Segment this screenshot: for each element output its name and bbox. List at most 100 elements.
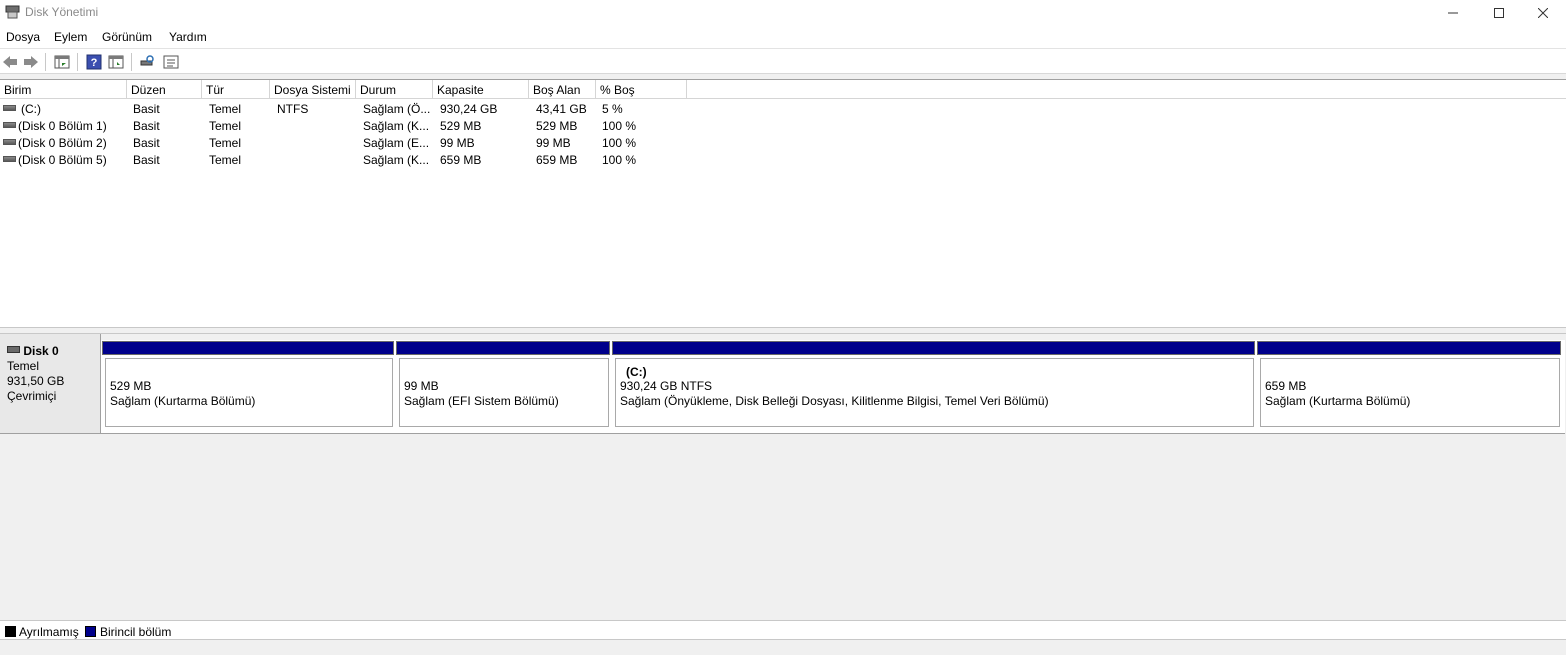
volume-row[interactable]: (Disk 0 Bölüm 2) Basit Temel Sağlam (E..… [0,134,1566,151]
disk-name: Disk 0 [23,344,59,358]
show-hide-pane-icon[interactable] [108,54,124,70]
column-header-kapasite[interactable]: Kapasite [433,80,529,99]
partition-block[interactable]: 529 MB Sağlam (Kurtarma Bölümü) [101,340,395,429]
partition-details: 99 MB Sağlam (EFI Sistem Bölümü) [399,358,609,427]
column-header-yuzde-bos[interactable]: % Boş [596,80,687,99]
menu-yardim[interactable]: Yardım [169,30,207,44]
volume-layout: Basit [133,102,160,116]
legend-bar: Ayrılmamış Birincil bölüm [0,620,1566,640]
rescan-disks-icon[interactable] [139,54,155,70]
pane-splitter[interactable] [0,327,1566,334]
disk-name-row: Disk 0 [7,344,100,358]
volume-row[interactable]: (Disk 0 Bölüm 1) Basit Temel Sağlam (K..… [0,117,1566,134]
volume-free-space: 529 MB [536,119,578,133]
toolbar-separator [131,53,132,71]
partition-title [110,365,392,379]
minimize-button[interactable] [1430,0,1476,26]
close-icon [1538,8,1548,18]
toolbar-separator [77,53,78,71]
volume-name: (Disk 0 Bölüm 2) [18,136,107,150]
column-header-tur[interactable]: Tür [202,80,270,99]
volume-name: (Disk 0 Bölüm 1) [18,119,107,133]
disk-type: Temel [7,359,40,373]
volume-layout: Basit [133,136,160,150]
disk-icon [7,346,20,353]
disk-0-partitions: 529 MB Sağlam (Kurtarma Bölümü) 99 MB Sa… [101,340,1565,434]
partition-details: 659 MB Sağlam (Kurtarma Bölümü) [1260,358,1560,427]
volume-status: Sağlam (K... [363,153,430,167]
menu-dosya[interactable]: Dosya [6,30,40,44]
disk-management-app-icon [5,5,20,19]
volume-capacity: 99 MB [440,136,475,150]
menu-bar: Dosya Eylem Görünüm Yardım [0,26,1566,48]
volume-icon [3,139,16,145]
volume-type: Temel [209,102,242,116]
partition-status: Sağlam (EFI Sistem Bölümü) [404,394,559,408]
partition-title [1265,365,1559,379]
column-header-duzen[interactable]: Düzen [127,80,202,99]
primary-partition-band [102,341,394,355]
volume-status: Sağlam (E... [363,136,430,150]
toolbar: ? [0,48,1566,74]
column-header-birim[interactable]: Birim [0,80,127,99]
window-title: Disk Yönetimi [25,5,99,19]
maximize-button[interactable] [1476,0,1522,26]
legend-label-primary: Birincil bölüm [100,625,172,639]
column-header-bos-alan[interactable]: Boş Alan [529,80,596,99]
primary-partition-band [612,341,1255,355]
close-button[interactable] [1520,0,1566,26]
partition-size: 99 MB [404,379,439,393]
partition-details: (C:) 930,24 GB NTFS Sağlam (Önyükleme, D… [615,358,1254,427]
partition-block[interactable]: (C:) 930,24 GB NTFS Sağlam (Önyükleme, D… [611,340,1256,429]
volume-icon [3,156,16,162]
legend-label-unallocated: Ayrılmamış [19,625,79,639]
primary-partition-band [1257,341,1561,355]
disk-size: 931,50 GB [7,374,65,388]
volume-row[interactable]: (Disk 0 Bölüm 5) Basit Temel Sağlam (K..… [0,151,1566,168]
volume-name: (Disk 0 Bölüm 5) [18,153,107,167]
volume-percent-free: 100 % [602,153,637,167]
volume-percent-free: 100 % [602,136,637,150]
menu-gorunum[interactable]: Görünüm [102,30,152,44]
column-header-dosya-sistemi[interactable]: Dosya Sistemi [270,80,356,99]
partition-details: 529 MB Sağlam (Kurtarma Bölümü) [105,358,393,427]
disk-status: Çevrimiçi [7,389,57,403]
volume-capacity: 930,24 GB [440,102,498,116]
primary-partition-band [396,341,610,355]
properties-list-icon[interactable] [163,54,179,70]
back-icon[interactable] [2,54,18,70]
volume-capacity: 529 MB [440,119,482,133]
volume-list-header: Birim Düzen Tür Dosya Sistemi Durum Kapa… [0,80,1566,99]
legend-swatch-primary [85,626,96,637]
volume-list[interactable]: Birim Düzen Tür Dosya Sistemi Durum Kapa… [0,79,1566,327]
partition-status: Sağlam (Kurtarma Bölümü) [1265,394,1411,408]
forward-icon[interactable] [23,54,39,70]
disk-graphical-view: Disk 0 Temel 931,50 GB Çevrimiçi 529 MB … [0,334,1566,620]
volume-percent-free: 5 % [602,102,623,116]
volume-layout: Basit [133,153,160,167]
partition-title [404,365,608,379]
partition-status: Sağlam (Kurtarma Bölümü) [110,394,256,408]
column-header-durum[interactable]: Durum [356,80,433,99]
up-pane-icon[interactable] [54,54,70,70]
volume-free-space: 43,41 GB [536,102,587,116]
partition-size: 659 MB [1265,379,1307,393]
help-icon[interactable]: ? [86,54,102,70]
volume-type: Temel [209,119,242,133]
volume-icon [3,105,16,111]
partition-title: (C:) [626,365,647,379]
volume-name: (C:) [21,102,41,116]
disk-0-label[interactable]: Disk 0 Temel 931,50 GB Çevrimiçi [0,334,101,434]
volume-type: Temel [209,153,242,167]
volume-row[interactable]: (C:) Basit Temel NTFS Sağlam (Ö... 930,2… [0,100,1566,117]
partition-block[interactable]: 659 MB Sağlam (Kurtarma Bölümü) [1256,340,1562,429]
volume-layout: Basit [133,119,160,133]
status-bar [0,640,1566,655]
menu-eylem[interactable]: Eylem [54,30,87,44]
volume-status: Sağlam (Ö... [363,102,431,116]
partition-status: Sağlam (Önyükleme, Disk Belleği Dosyası,… [620,394,1049,408]
partition-block[interactable]: 99 MB Sağlam (EFI Sistem Bölümü) [395,340,611,429]
volume-status: Sağlam (K... [363,119,430,133]
volume-free-space: 659 MB [536,153,578,167]
volume-icon [3,122,16,128]
